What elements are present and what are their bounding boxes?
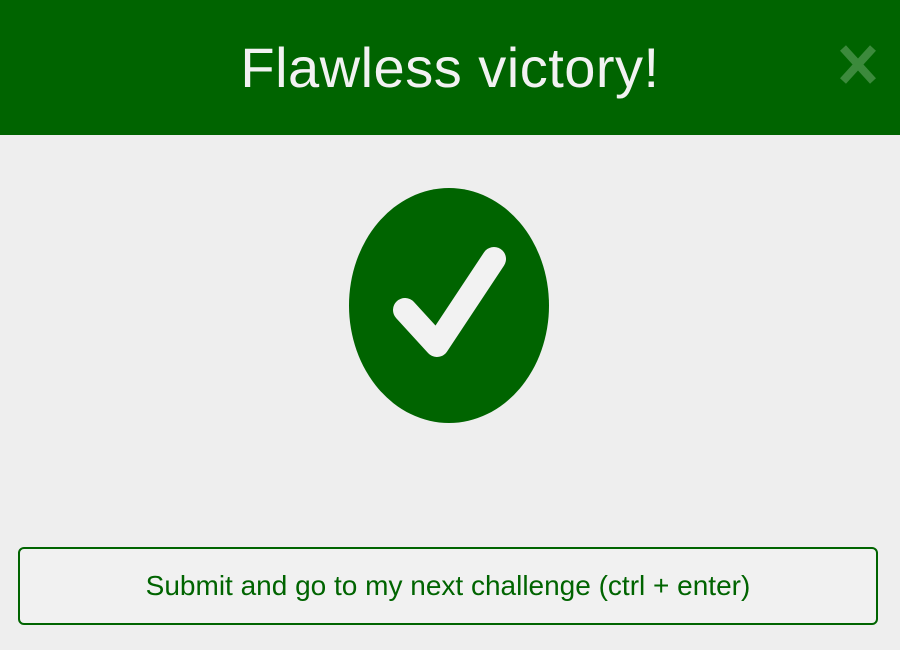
success-badge bbox=[349, 188, 549, 423]
close-icon bbox=[840, 45, 876, 84]
dialog-title: Flawless victory! bbox=[240, 35, 660, 99]
close-button[interactable] bbox=[838, 42, 878, 87]
dialog-header: Flawless victory! bbox=[0, 0, 900, 135]
success-dialog: Flawless victory! Submit and go to my ne… bbox=[0, 0, 900, 650]
submit-next-challenge-button[interactable]: Submit and go to my next challenge (ctrl… bbox=[18, 547, 878, 625]
checkmark-circle-icon bbox=[349, 188, 549, 423]
